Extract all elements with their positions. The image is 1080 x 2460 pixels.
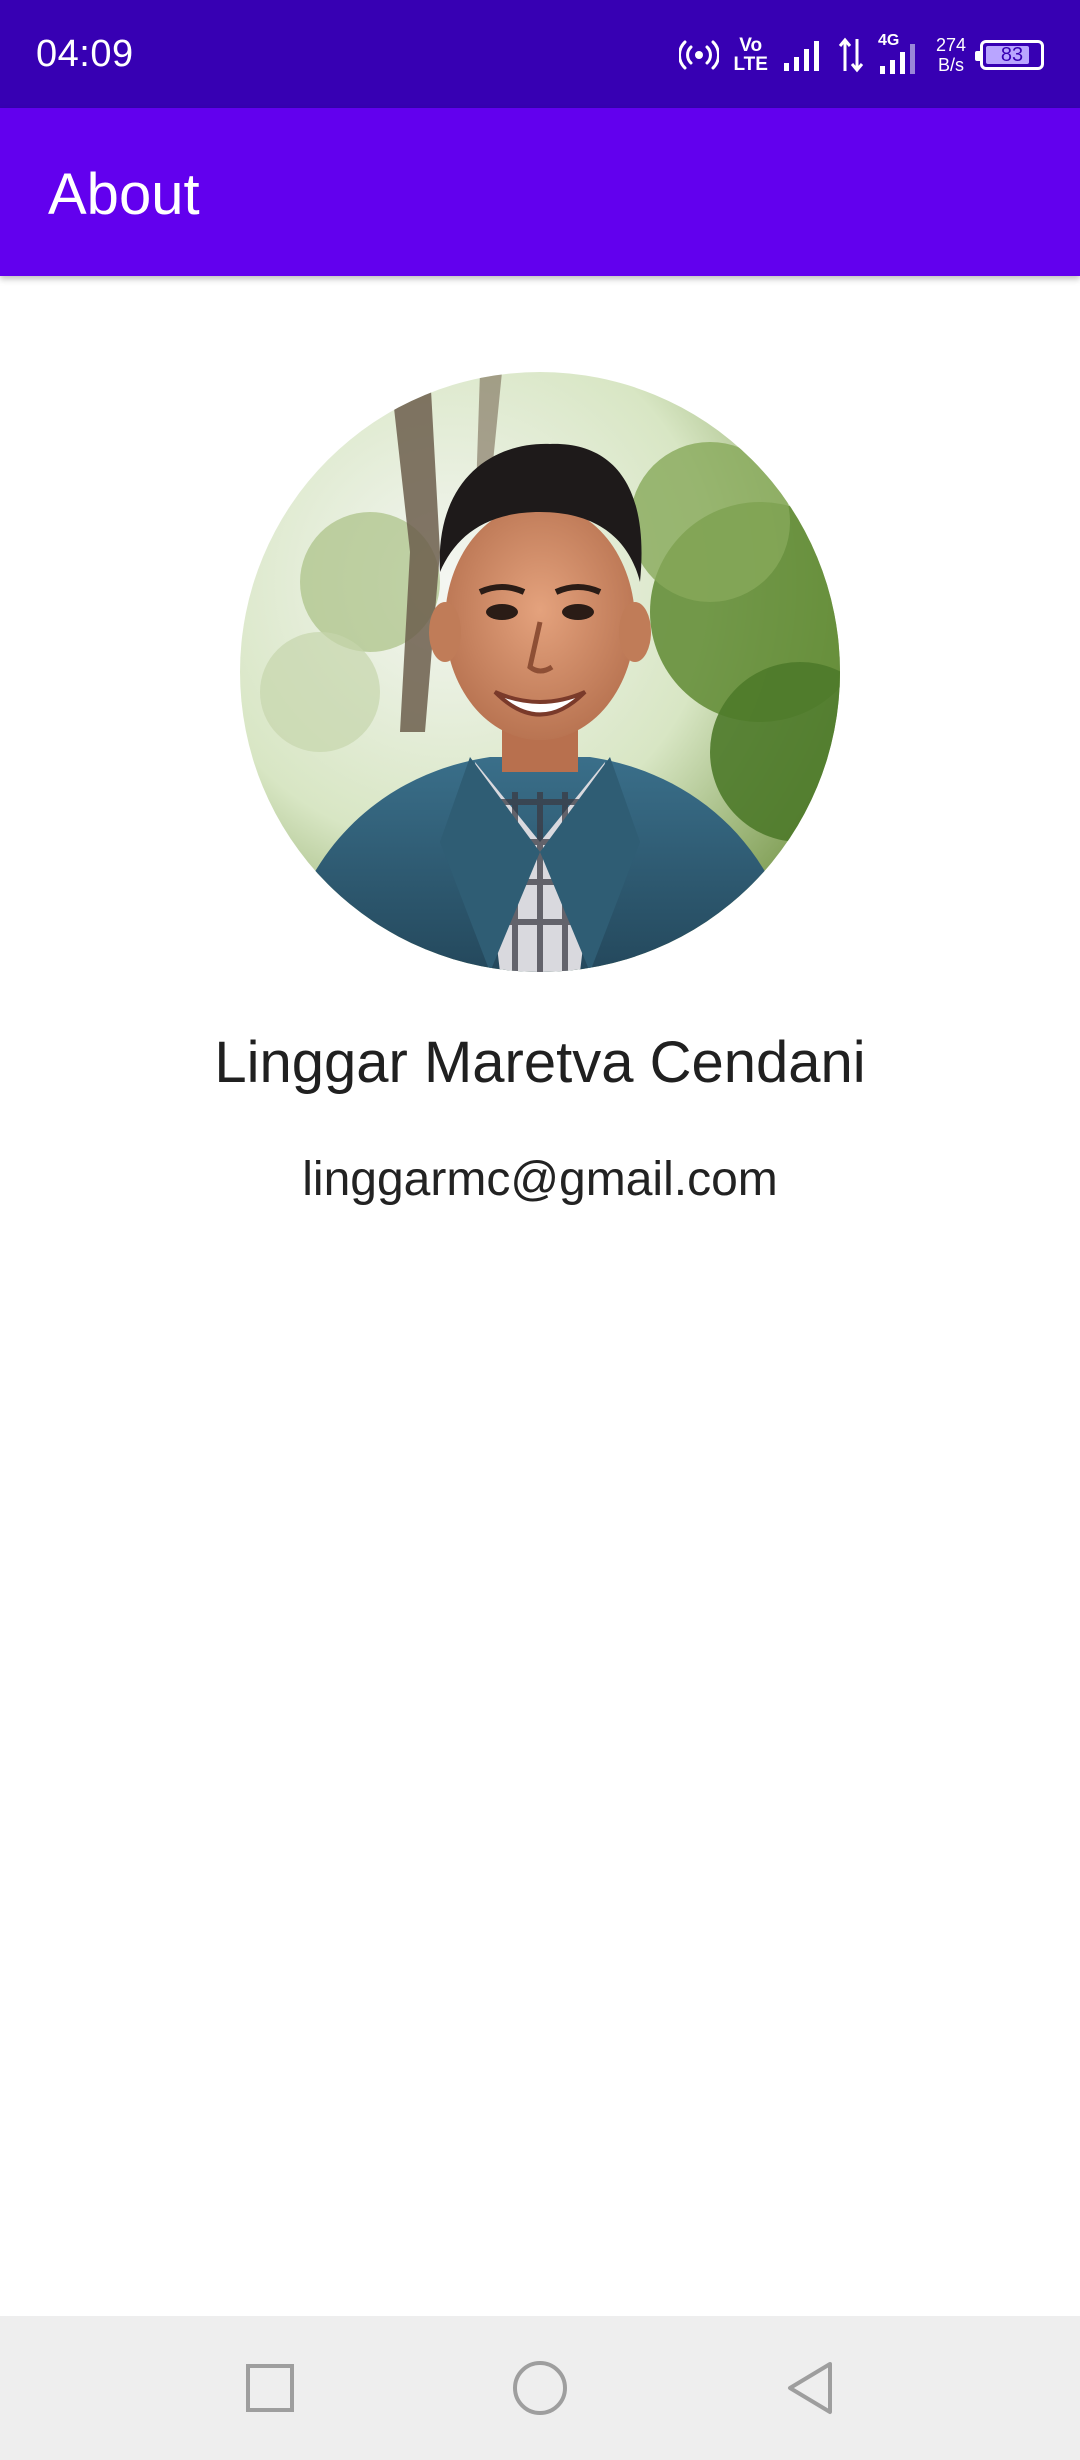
page-title: About [48,162,200,227]
battery-level: 83 [1000,44,1024,66]
signal-4g-icon: 4G [878,32,922,76]
signal-icon [783,41,819,71]
hotspot-icon [679,40,720,70]
back-button[interactable] [764,2342,856,2434]
volte-icon: Vo LTE [733,36,767,74]
home-circle-icon [513,2361,567,2415]
status-icons: Vo LTE 4G 274 B/s 83 [679,26,1044,84]
status-bar: 04:09 Vo LTE 4G 274 B/s 83 [0,0,1080,108]
profile-email: linggarmc@gmail.com [302,1153,778,1206]
app-bar: About [0,108,1080,276]
recents-square-icon [246,2364,294,2412]
net-speed-value: 274 [935,35,966,55]
profile-avatar [240,372,840,972]
status-time: 04:09 [36,33,134,75]
back-triangle-icon [788,2362,832,2414]
profile-name: Linggar Maretva Cendani [214,1030,866,1095]
volte-bottom-label: LTE [733,54,768,75]
volte-top-label: Vo [739,35,763,56]
battery-icon: 83 [975,40,1044,70]
recents-button[interactable] [224,2342,316,2434]
net-speed-unit: B/s [937,55,964,75]
system-nav-bar [0,2316,1080,2460]
net-speed: 274 B/s [936,35,966,75]
home-button[interactable] [494,2342,586,2434]
data-arrows-icon [838,37,864,73]
